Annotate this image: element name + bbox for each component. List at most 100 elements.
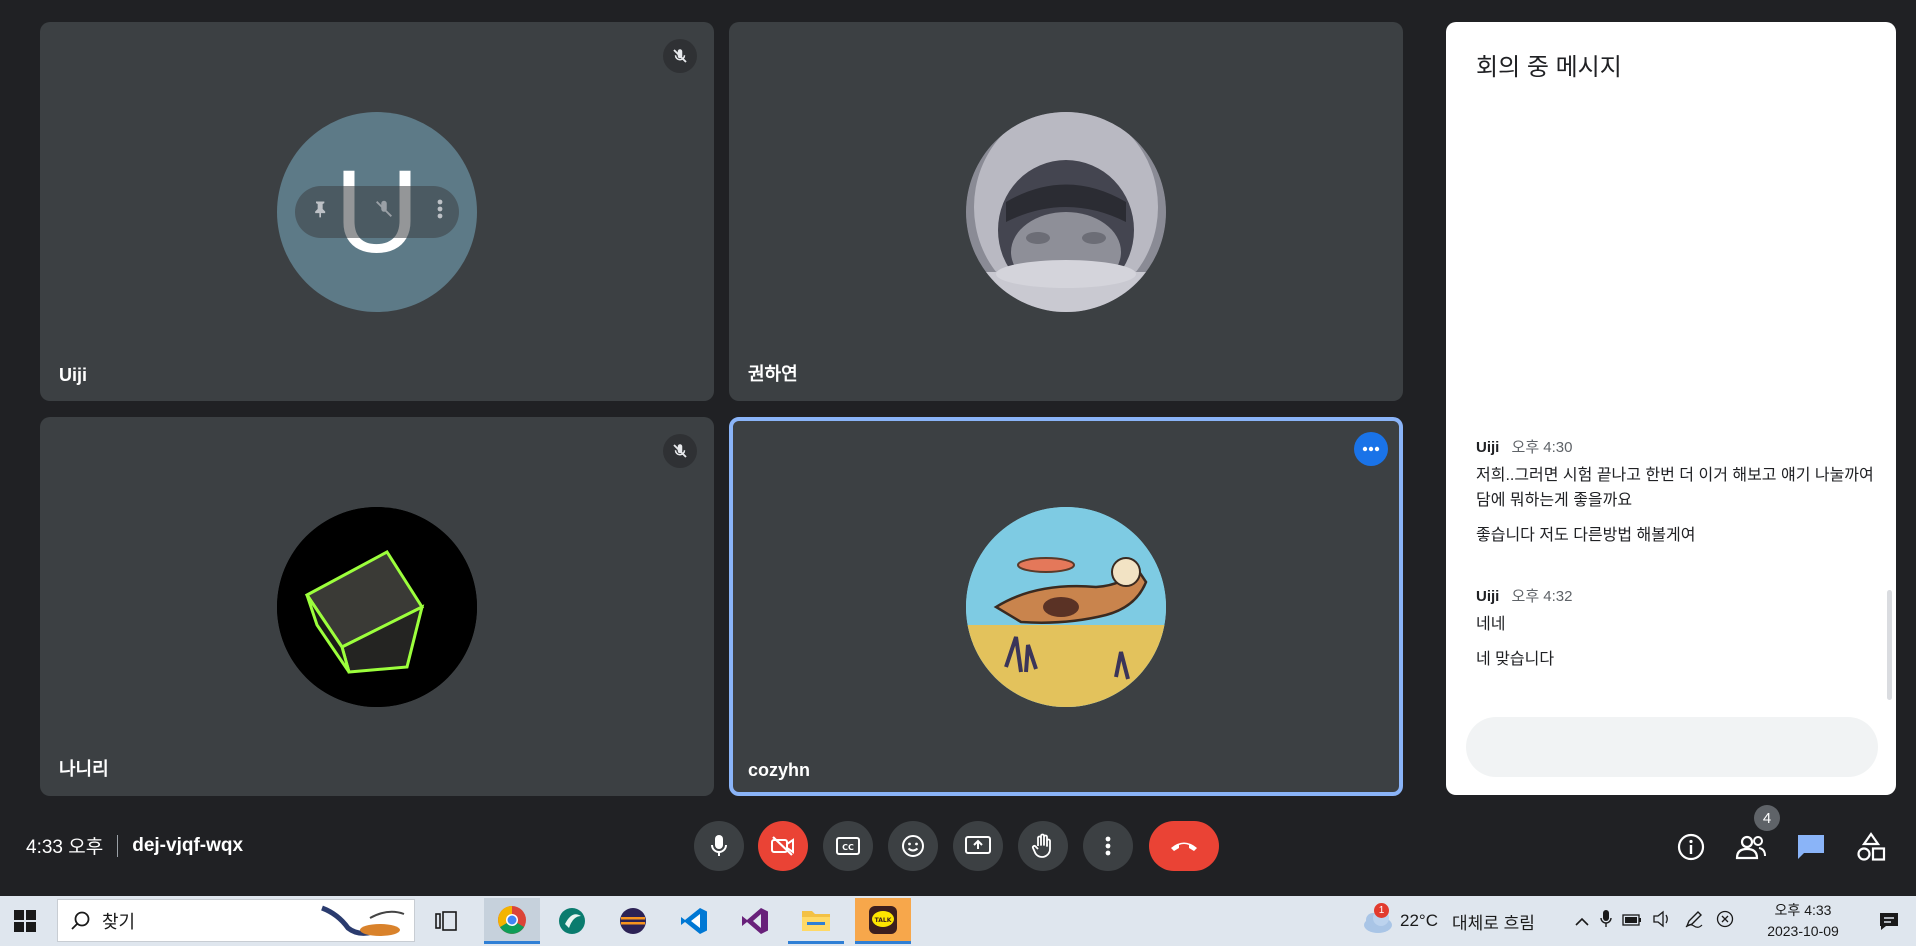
message-text: 네 맞습니다 (1476, 651, 1555, 668)
present-icon (965, 836, 991, 854)
chat-message-group: Uiji 오후 4:32 네네 네 맞습니다 (1476, 585, 1876, 672)
chat-panel: 회의 중 메시지 Uiji 오후 4:30 저희..그러면 시험 끝나고 한번 … (1446, 22, 1896, 795)
emoji-button[interactable] (888, 821, 938, 871)
message-header: Uiji 오후 4:30 (1476, 436, 1876, 457)
meeting-info: 4:33 오후 dej-vjqf-wqx (26, 832, 243, 859)
meeting-details-button[interactable] (1674, 830, 1708, 864)
people-icon (1735, 835, 1766, 860)
activities-icon (1857, 832, 1886, 861)
clock-date: 2023-10-09 (1767, 923, 1839, 939)
search-highlight-illustration (318, 904, 408, 943)
microphone-tray-icon[interactable] (1600, 909, 1612, 934)
more-vert-icon[interactable] (437, 198, 443, 225)
notification-center-button[interactable] (1866, 898, 1912, 944)
participant-name: Uiji (59, 365, 88, 385)
participant-tile-uiji[interactable]: U Uiji (40, 22, 714, 401)
weather-temperature: 22°C (1400, 911, 1438, 930)
search-placeholder: 찾기 (102, 911, 136, 932)
svg-text:TALK: TALK (875, 917, 892, 924)
vscode-icon (681, 908, 707, 934)
close-circle-icon[interactable] (1716, 910, 1734, 933)
weather-cloud-icon: 1 (1360, 903, 1394, 935)
svg-text:CC: CC (842, 843, 854, 852)
weather-description: 대체로 흐림 (1451, 913, 1535, 933)
battery-icon[interactable] (1622, 911, 1642, 931)
cc-icon: CC (836, 837, 860, 855)
camera-button[interactable] (758, 821, 808, 871)
message-header: Uiji 오후 4:32 (1476, 585, 1876, 606)
message-time: 오후 4:32 (1511, 588, 1573, 605)
meeting-time: 4:33 오후 (26, 837, 104, 858)
mic-button[interactable] (694, 821, 744, 871)
volume-icon[interactable] (1652, 910, 1672, 933)
tile-hover-controls (295, 185, 459, 238)
hand-icon (1031, 833, 1051, 858)
participant-name: cozyhn (748, 760, 811, 780)
camera-off-icon (771, 836, 794, 856)
more-options-button[interactable] (1083, 821, 1133, 871)
system-tray (1574, 896, 1734, 946)
participant-count-badge: 4 (1754, 805, 1780, 831)
avatar (277, 506, 477, 707)
kakaotalk-icon: TALK (869, 905, 897, 934)
chat-message-input[interactable] (1466, 717, 1878, 777)
chrome-icon (498, 905, 526, 934)
participant-tile-nanili[interactable]: 나니리 (40, 417, 714, 796)
meeting-code[interactable]: dej-vjqf-wqx (132, 835, 243, 857)
taskbar-app-vscode[interactable] (666, 898, 722, 944)
raise-hand-button[interactable] (1018, 821, 1068, 871)
chat-icon (1798, 835, 1824, 859)
avatar (966, 111, 1166, 312)
more-vert-icon (1105, 836, 1111, 856)
os-taskbar: 찾기 TALK 1 22°C 대체로 흐림 오후 4:33 2023-10-09 (0, 896, 1916, 946)
pin-icon[interactable] (311, 198, 331, 225)
more-options-icon[interactable] (1354, 432, 1388, 466)
phone-hangup-icon (1171, 842, 1197, 851)
clock-time: 오후 4:33 (1774, 902, 1832, 918)
participant-name: 나니리 (59, 759, 109, 779)
muted-mic-icon (663, 39, 697, 73)
taskbar-app-swirl[interactable] (544, 898, 600, 944)
mic-icon (711, 835, 727, 856)
smile-icon (902, 835, 924, 857)
system-clock[interactable]: 오후 4:33 2023-10-09 (1762, 900, 1844, 942)
windows-start-button[interactable] (0, 898, 50, 944)
pen-icon[interactable] (1684, 909, 1704, 934)
taskbar-search-box[interactable]: 찾기 (57, 899, 415, 942)
chevron-up-icon[interactable] (1574, 911, 1590, 931)
folder-icon (802, 910, 830, 931)
taskbar-app-file-explorer[interactable] (788, 898, 844, 944)
divider (117, 834, 119, 857)
chat-title: 회의 중 메시지 (1476, 54, 1622, 81)
weather-widget[interactable]: 1 22°C 대체로 흐림 (1360, 896, 1535, 946)
participant-tile-cozyhn[interactable]: cozyhn (729, 417, 1403, 796)
taskbar-app-visual-studio[interactable] (727, 898, 783, 944)
app-swirl-icon (559, 908, 585, 934)
message-text: 좋습니다 저도 다른방법 해볼게여 (1476, 527, 1696, 544)
message-text: 저희..그러면 시험 끝나고 한번 더 이거 해보고 얘기 나눌까여 담에 뭐하… (1476, 467, 1874, 509)
task-view-icon (435, 911, 457, 931)
avatar (966, 506, 1166, 707)
taskbar-app-kakaotalk[interactable]: TALK (855, 898, 911, 944)
info-icon (1677, 833, 1705, 861)
present-button[interactable] (953, 821, 1003, 871)
message-text: 네네 (1476, 616, 1506, 633)
message-sender: Uiji (1476, 588, 1500, 605)
taskbar-app-chrome[interactable] (484, 898, 540, 944)
task-view-button[interactable] (418, 898, 474, 944)
participant-name: 권하연 (748, 364, 798, 384)
message-sender: Uiji (1476, 439, 1500, 456)
taskbar-app-eclipse[interactable] (605, 898, 661, 944)
eclipse-icon (620, 908, 646, 934)
windows-logo-icon (14, 910, 36, 932)
leave-call-button[interactable] (1149, 821, 1219, 871)
participant-tile-kwon[interactable]: 권하연 (729, 22, 1403, 401)
people-button[interactable] (1734, 830, 1768, 864)
captions-button[interactable]: CC (823, 821, 873, 871)
activities-button[interactable] (1854, 830, 1888, 864)
chat-button[interactable] (1794, 830, 1828, 864)
chat-scrollbar[interactable] (1887, 590, 1892, 700)
muted-mic-icon (663, 434, 697, 468)
mute-participant-icon[interactable] (373, 198, 395, 225)
message-time: 오후 4:30 (1511, 439, 1573, 456)
